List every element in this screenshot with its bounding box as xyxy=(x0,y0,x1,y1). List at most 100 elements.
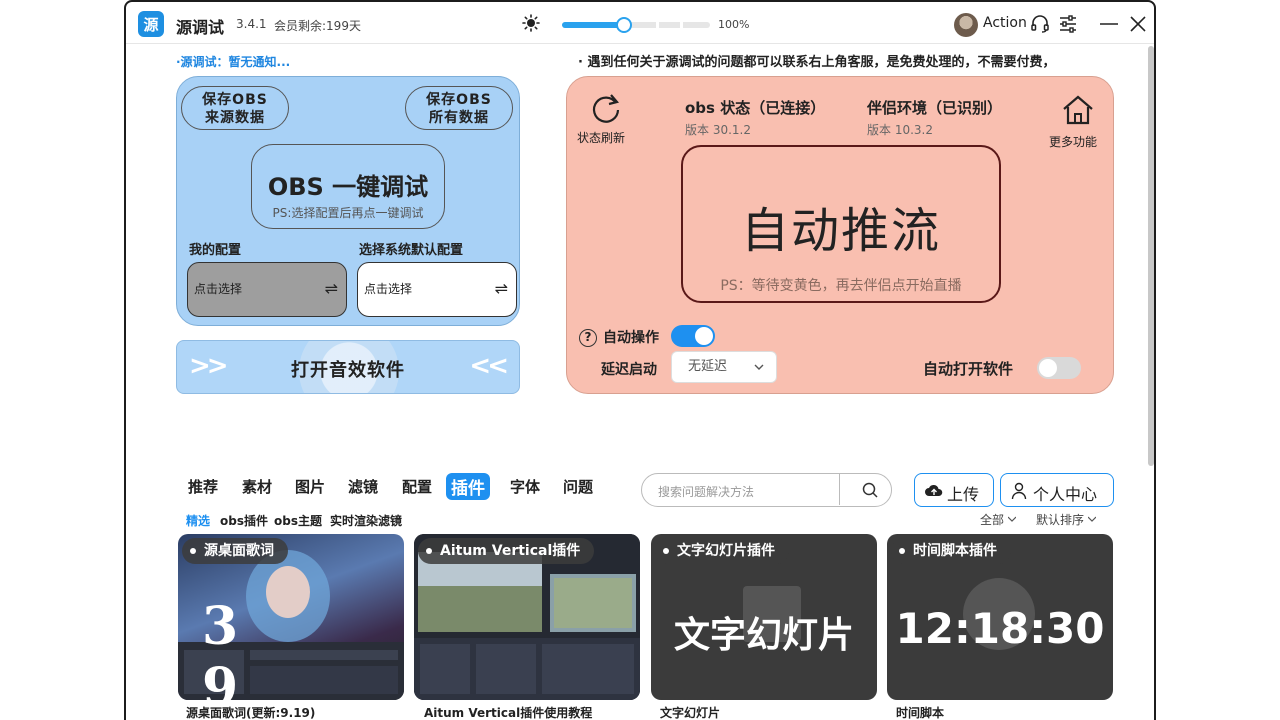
save-all-line2: 所有数据 xyxy=(429,110,489,126)
minimize-icon[interactable] xyxy=(1098,14,1120,34)
refresh-icon[interactable] xyxy=(589,91,623,125)
slider-thumb[interactable] xyxy=(616,17,633,33)
subtab-featured[interactable]: 精选 xyxy=(186,512,210,529)
app-version: 3.4.1 xyxy=(236,17,267,31)
tab-material[interactable]: 素材 xyxy=(242,476,272,497)
auto-open-label: 自动打开软件 xyxy=(923,360,1014,378)
tab-config[interactable]: 配置 xyxy=(402,476,432,497)
brightness-slider[interactable] xyxy=(562,17,710,33)
tab-image[interactable]: 图片 xyxy=(295,476,325,497)
save-source-data-button[interactable]: 保存OBS 来源数据 xyxy=(181,86,289,130)
user-center-label: 个人中心 xyxy=(1033,485,1098,504)
default-config-select[interactable]: 点击选择 ⇌ xyxy=(357,262,517,317)
save-all-data-button[interactable]: 保存OBS 所有数据 xyxy=(405,86,513,130)
swap-arrows-icon: ⇌ xyxy=(494,279,508,298)
user-name[interactable]: Action xyxy=(983,15,1027,31)
more-features-label[interactable]: 更多功能 xyxy=(1049,133,1097,150)
filter-all[interactable]: 全部 xyxy=(980,511,1017,528)
card-badge: 时间脚本插件 xyxy=(891,538,1011,564)
time-overlay: 12:18:30 xyxy=(895,604,1105,653)
auto-open-toggle[interactable] xyxy=(1037,357,1081,379)
toggle-knob xyxy=(695,327,713,345)
tab-recommend[interactable]: 推荐 xyxy=(188,476,218,497)
search-placeholder: 搜索问题解决方法 xyxy=(658,485,755,499)
chevron-down-icon xyxy=(754,364,764,370)
plugin-card-lyrics[interactable]: 3 9 源桌面歌词 xyxy=(178,534,404,700)
tab-question[interactable]: 问题 xyxy=(563,476,593,497)
card-badge: 源桌面歌词 xyxy=(182,538,288,564)
person-icon xyxy=(1011,482,1027,500)
scrollbar[interactable] xyxy=(1148,46,1154,466)
chevron-down-icon xyxy=(1088,516,1097,522)
user-center-button[interactable]: 个人中心 xyxy=(1000,473,1114,507)
auto-push-button[interactable]: 自动推流 PS：等待变黄色，再去伴侣点开始直播 xyxy=(681,145,1001,303)
onekey-title: OBS 一键调试 xyxy=(267,173,429,201)
obs-version: 版本 30.1.2 xyxy=(685,123,751,137)
plugin-card-text-slides[interactable]: 文字幻灯片 文字幻灯片插件 xyxy=(651,534,877,700)
title-bar: 源 源调试 3.4.1 会员剩余:199天 100% Action xyxy=(126,2,1154,44)
upload-button[interactable]: 上传 xyxy=(914,473,994,507)
onekey-subtitle: PS:选择配置后再点一键调试 xyxy=(272,206,424,220)
my-config-select[interactable]: 点击选择 ⇌ xyxy=(187,262,347,317)
search-input[interactable]: 搜索问题解决方法 xyxy=(641,473,892,507)
settings-sliders-icon[interactable] xyxy=(1058,14,1078,34)
app-window: 源 源调试 3.4.1 会员剩余:199天 100% Action ·源调试：暂… xyxy=(124,0,1156,720)
card-badge: Aitum Vertical插件 xyxy=(418,538,595,564)
delay-select[interactable]: 无延迟 xyxy=(671,351,777,383)
my-config-label: 我的配置 xyxy=(189,243,242,258)
open-audio-software-button[interactable]: >> << 打开音效软件 xyxy=(176,340,520,394)
my-config-value: 点击选择 xyxy=(194,282,243,296)
help-icon[interactable]: ? xyxy=(579,329,597,347)
auto-push-title: 自动推流 xyxy=(740,203,941,259)
swap-arrows-icon: ⇌ xyxy=(324,279,338,298)
obs-status: obs 状态（已连接） xyxy=(685,99,826,117)
card-badge: 文字幻灯片插件 xyxy=(655,538,789,564)
subtab-obs-plugin[interactable]: obs插件 xyxy=(220,512,268,529)
toggle-knob xyxy=(1039,359,1057,377)
auto-op-toggle[interactable] xyxy=(671,325,715,347)
home-icon[interactable] xyxy=(1061,93,1095,127)
search-icon[interactable] xyxy=(862,482,878,498)
default-config-value: 点击选择 xyxy=(364,282,413,296)
headset-icon[interactable] xyxy=(1030,14,1050,34)
subtab-obs-theme[interactable]: obs主题 xyxy=(274,512,322,529)
filter-all-label: 全部 xyxy=(980,513,1005,527)
refresh-label: 状态刷新 xyxy=(577,131,626,145)
avatar[interactable] xyxy=(954,13,978,37)
default-config-label: 选择系统默认配置 xyxy=(359,243,464,258)
tab-filter[interactable]: 滤镜 xyxy=(348,476,378,497)
open-audio-label: 打开音效软件 xyxy=(291,360,405,381)
upload-label: 上传 xyxy=(947,485,980,504)
close-icon[interactable] xyxy=(1128,14,1148,34)
text-slides-overlay: 文字幻灯片 xyxy=(673,615,854,656)
save-all-line1: 保存OBS xyxy=(426,92,492,108)
card-caption-aitum[interactable]: Aitum Vertical插件使用教程 xyxy=(424,704,592,720)
onekey-debug-button[interactable]: OBS 一键调试 PS:选择配置后再点一键调试 xyxy=(251,144,445,229)
delay-start-label: 延迟启动 xyxy=(601,362,657,378)
plugin-card-aitum[interactable]: Aitum Vertical插件 xyxy=(414,534,640,700)
auto-op-label: 自动操作 xyxy=(603,330,659,346)
slider-segments xyxy=(656,22,683,28)
plugin-card-time-script[interactable]: 12:18:30 时间脚本插件 xyxy=(887,534,1113,700)
auto-stream-panel: 状态刷新 obs 状态（已连接） 版本 30.1.2 伴侣环境（已识别） 版本 … xyxy=(566,76,1114,394)
subtab-realtime-filter[interactable]: 实时渲染滤镜 xyxy=(330,512,402,529)
brightness-sun-icon xyxy=(522,14,540,32)
card-caption-time-script[interactable]: 时间脚本 xyxy=(896,704,944,720)
lyrics-overlay: 3 9 xyxy=(202,596,343,700)
card-caption-text-slides[interactable]: 文字幻灯片 xyxy=(660,704,720,720)
auto-push-hint: PS：等待变黄色，再去伴侣点开始直播 xyxy=(720,278,962,294)
filter-sort-label: 默认排序 xyxy=(1036,513,1085,527)
app-name: 源调试 xyxy=(176,18,225,37)
obs-config-panel: 保存OBS 来源数据 保存OBS 所有数据 OBS 一键调试 PS:选择配置后再… xyxy=(176,76,520,326)
notice-text: ·源调试：暂无通知... xyxy=(176,55,291,69)
companion-version: 版本 10.3.2 xyxy=(867,123,933,137)
app-logo-icon: 源 xyxy=(138,11,164,37)
save-source-line1: 保存OBS xyxy=(202,92,268,108)
zoom-label: 100% xyxy=(718,18,750,31)
card-caption-lyrics[interactable]: 源桌面歌词(更新:9.19) xyxy=(186,704,315,720)
tab-plugin[interactable]: 插件 xyxy=(446,473,490,500)
tab-font[interactable]: 字体 xyxy=(510,476,540,497)
cloud-upload-icon xyxy=(925,484,943,496)
service-notice: · 遇到任何关于源调试的问题都可以联系右上角客服，是免费处理的，不需要付费， xyxy=(578,55,1056,70)
filter-sort[interactable]: 默认排序 xyxy=(1036,511,1097,528)
